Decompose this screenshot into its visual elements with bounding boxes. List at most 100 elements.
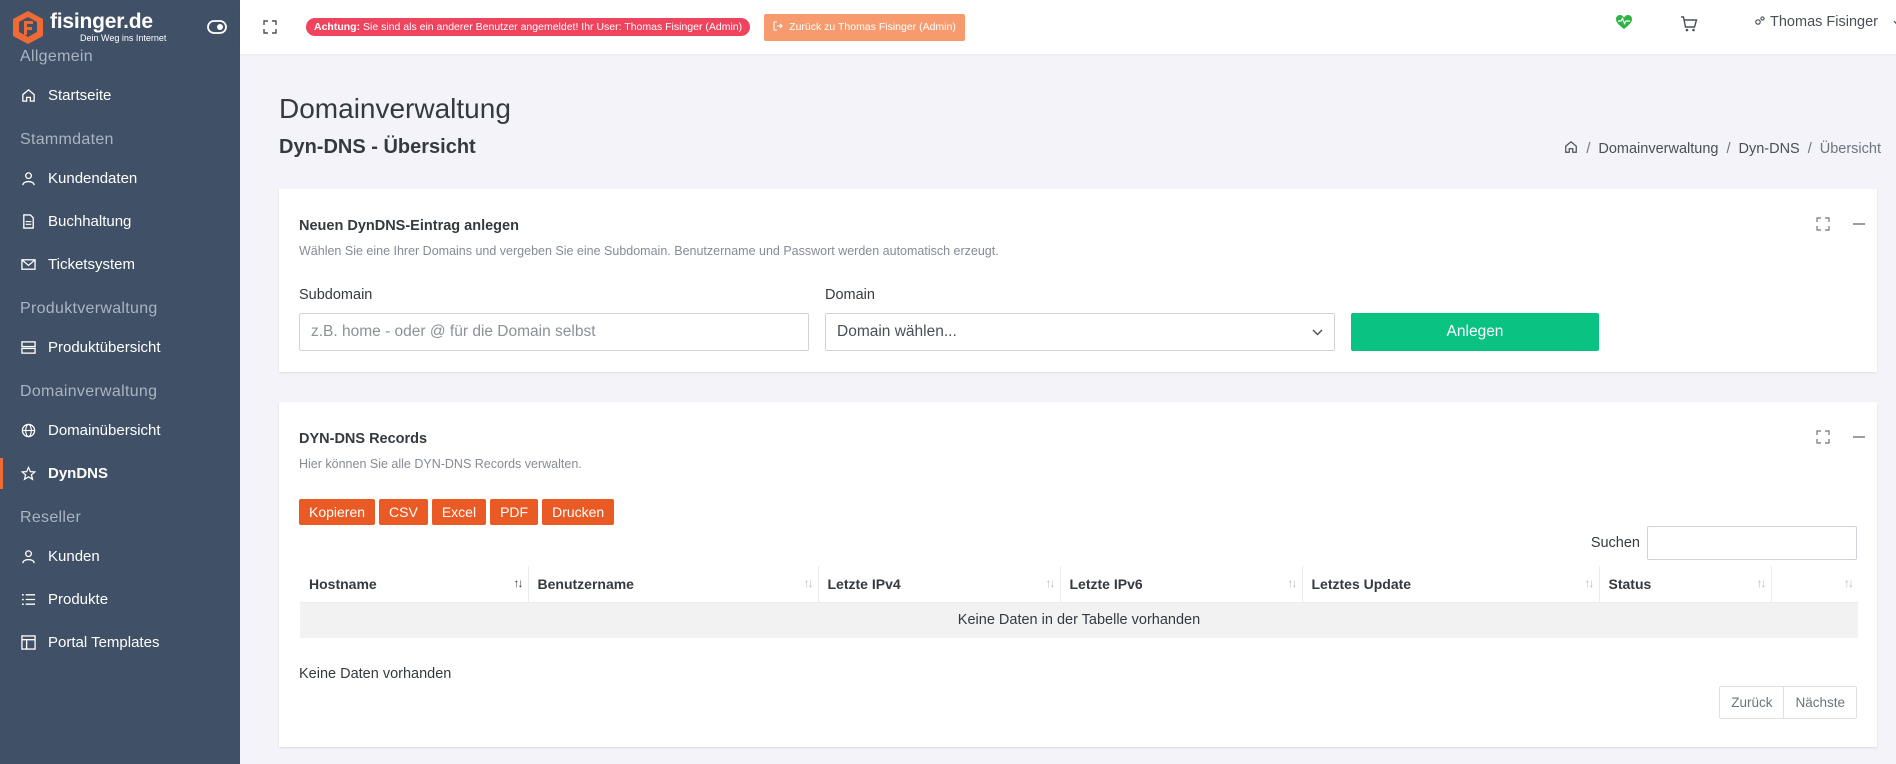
- expand-icon[interactable]: [1815, 216, 1831, 232]
- column-label: Letzte IPv4: [827, 575, 901, 592]
- domain-select[interactable]: Domain wählen...: [825, 313, 1335, 351]
- fullscreen-icon[interactable]: [260, 17, 280, 37]
- sidebar-item-label: Produktübersicht: [48, 339, 161, 356]
- back-to-admin-button[interactable]: Zurück zu Thomas Fisinger (Admin): [764, 13, 965, 41]
- column-header-status[interactable]: Status ↑↓: [1598, 566, 1771, 602]
- chevron-down-icon: [1312, 323, 1323, 341]
- logout-icon: [773, 20, 783, 34]
- collapse-icon[interactable]: [1851, 429, 1867, 445]
- brand-name: fisinger.de: [50, 10, 153, 33]
- sidebar-item-buchhaltung[interactable]: Buchhaltung: [0, 200, 240, 243]
- sort-icon: ↑↓: [1287, 576, 1298, 590]
- alert-text: Sie sind als ein anderer Benutzer angeme…: [360, 21, 743, 33]
- card-description: Wählen Sie eine Ihrer Domains und vergeb…: [299, 244, 999, 258]
- create-dyndns-card: Neuen DynDNS-Eintrag anlegen Wählen Sie …: [279, 189, 1877, 372]
- server-icon: [20, 340, 36, 356]
- heartbeat-icon: [1615, 14, 1637, 36]
- sidebar-item-produkte[interactable]: Produkte: [0, 578, 240, 621]
- brand[interactable]: fisinger.de Dein Weg ins Internet: [0, 0, 240, 54]
- pagination: Zurück Nächste: [1719, 686, 1857, 719]
- menu-section-title: Allgemein: [20, 48, 93, 65]
- user-settings-icon: [1755, 14, 1765, 30]
- copy-button[interactable]: Kopieren: [299, 499, 376, 525]
- menu-section-title: Domainverwaltung: [20, 383, 158, 400]
- empty-table-message: Keine Daten in der Tabelle vorhanden: [300, 601, 1858, 638]
- sidebar-item-kundendaten[interactable]: Kundendaten: [0, 157, 240, 200]
- column-header-letzte-ipv4[interactable]: Letzte IPv4 ↑↓: [817, 566, 1060, 602]
- sidebar-item-label: Kunden: [48, 548, 100, 565]
- previous-page-button[interactable]: Zurück: [1720, 687, 1783, 718]
- user-icon: [20, 549, 36, 565]
- list-icon: [20, 592, 36, 608]
- export-buttons: Kopieren CSV Excel PDF Drucken: [299, 499, 615, 525]
- breadcrumb-item[interactable]: Domainverwaltung: [1598, 141, 1718, 157]
- breadcrumb-current: Übersicht: [1819, 141, 1881, 157]
- user-menu[interactable]: Thomas Fisinger: [1755, 14, 1896, 30]
- search-label: Suchen: [1590, 535, 1640, 551]
- globe-icon: [20, 423, 36, 439]
- user-name: Thomas Fisinger: [1770, 14, 1878, 30]
- sidebar-item-domainuebersicht[interactable]: Domainübersicht: [0, 409, 240, 452]
- sidebar-toggle-icon[interactable]: [206, 16, 228, 38]
- sidebar-item-label: Ticketsystem: [48, 256, 135, 273]
- domain-select-value: Domain wählen...: [837, 323, 957, 340]
- column-header-actions[interactable]: ↑↓: [1770, 566, 1858, 602]
- print-button[interactable]: Drucken: [542, 499, 615, 525]
- card-title: DYN-DNS Records: [299, 431, 428, 447]
- collapse-icon[interactable]: [1851, 216, 1867, 232]
- card-description: Hier können Sie alle DYN-DNS Records ver…: [299, 457, 582, 471]
- page-title: Domainverwaltung: [279, 93, 511, 124]
- sidebar-item-label: Produkte: [48, 591, 109, 608]
- sidebar-item-dyndns[interactable]: DynDNS: [0, 452, 240, 495]
- star-icon: [20, 466, 36, 482]
- csv-button[interactable]: CSV: [379, 499, 428, 525]
- impersonation-alert: Achtung: Sie sind als ein anderer Benutz…: [306, 18, 751, 36]
- sort-icon: ↑↓: [1756, 576, 1767, 590]
- column-label: Hostname: [309, 575, 377, 592]
- sidebar: fisinger.de Dein Weg ins Internet Allgem…: [0, 0, 240, 764]
- pdf-button[interactable]: PDF: [490, 499, 539, 525]
- layout-icon: [20, 635, 36, 651]
- brand-tagline: Dein Weg ins Internet: [80, 33, 167, 43]
- sort-icon: ↑↓: [1045, 576, 1056, 590]
- table-search: Suchen: [1591, 526, 1857, 560]
- domain-label: Domain: [825, 287, 875, 303]
- sidebar-item-label: Portal Templates: [48, 634, 160, 651]
- column-header-hostname[interactable]: Hostname ↑↓: [300, 566, 528, 602]
- column-label: Letzte IPv6: [1069, 575, 1143, 592]
- home-icon[interactable]: [1564, 140, 1578, 158]
- alert-strong: Achtung:: [314, 21, 361, 33]
- home-icon: [20, 88, 36, 104]
- create-button[interactable]: Anlegen: [1351, 313, 1599, 351]
- sidebar-item-portal-templates[interactable]: Portal Templates: [0, 621, 240, 664]
- dyndns-records-card: DYN-DNS Records Hier können Sie alle DYN…: [279, 402, 1877, 747]
- sort-icon: ↑↓: [1584, 576, 1595, 590]
- column-header-letzte-ipv6[interactable]: Letzte IPv6 ↑↓: [1059, 566, 1302, 602]
- cart-icon[interactable]: [1680, 15, 1702, 37]
- card-title: Neuen DynDNS-Eintrag anlegen: [299, 218, 519, 234]
- sidebar-item-label: Kundendaten: [48, 170, 138, 187]
- sidebar-item-label: Buchhaltung: [48, 213, 132, 230]
- sidebar-item-kunden[interactable]: Kunden: [0, 535, 240, 578]
- column-header-letztes-update[interactable]: Letztes Update ↑↓: [1301, 566, 1599, 602]
- menu-section-title: Reseller: [20, 509, 82, 526]
- column-label: Status: [1608, 575, 1652, 592]
- search-input[interactable]: [1647, 526, 1857, 560]
- topbar: Achtung: Sie sind als ein anderer Benutz…: [240, 0, 1896, 54]
- next-page-button[interactable]: Nächste: [1783, 687, 1856, 718]
- sidebar-item-startseite[interactable]: Startseite: [0, 74, 240, 117]
- subdomain-input[interactable]: [299, 313, 809, 351]
- sidebar-item-produktuebersicht[interactable]: Produktübersicht: [0, 326, 240, 369]
- menu-section-title: Stammdaten: [20, 131, 114, 148]
- mail-icon: [20, 257, 36, 273]
- breadcrumb-item[interactable]: Dyn-DNS: [1738, 141, 1799, 157]
- expand-icon[interactable]: [1815, 429, 1831, 445]
- breadcrumb-separator: /: [1726, 141, 1731, 157]
- sidebar-item-ticketsystem[interactable]: Ticketsystem: [0, 243, 240, 286]
- file-icon: [20, 214, 36, 230]
- excel-button[interactable]: Excel: [431, 499, 487, 525]
- records-table: Hostname ↑↓ Benutzername ↑↓ Letzte IPv4 ↑↓ …: [300, 566, 1858, 638]
- column-header-benutzername[interactable]: Benutzername ↑↓: [527, 566, 818, 602]
- breadcrumb-separator: /: [1586, 141, 1591, 157]
- sort-icon: ↑↓: [513, 576, 524, 590]
